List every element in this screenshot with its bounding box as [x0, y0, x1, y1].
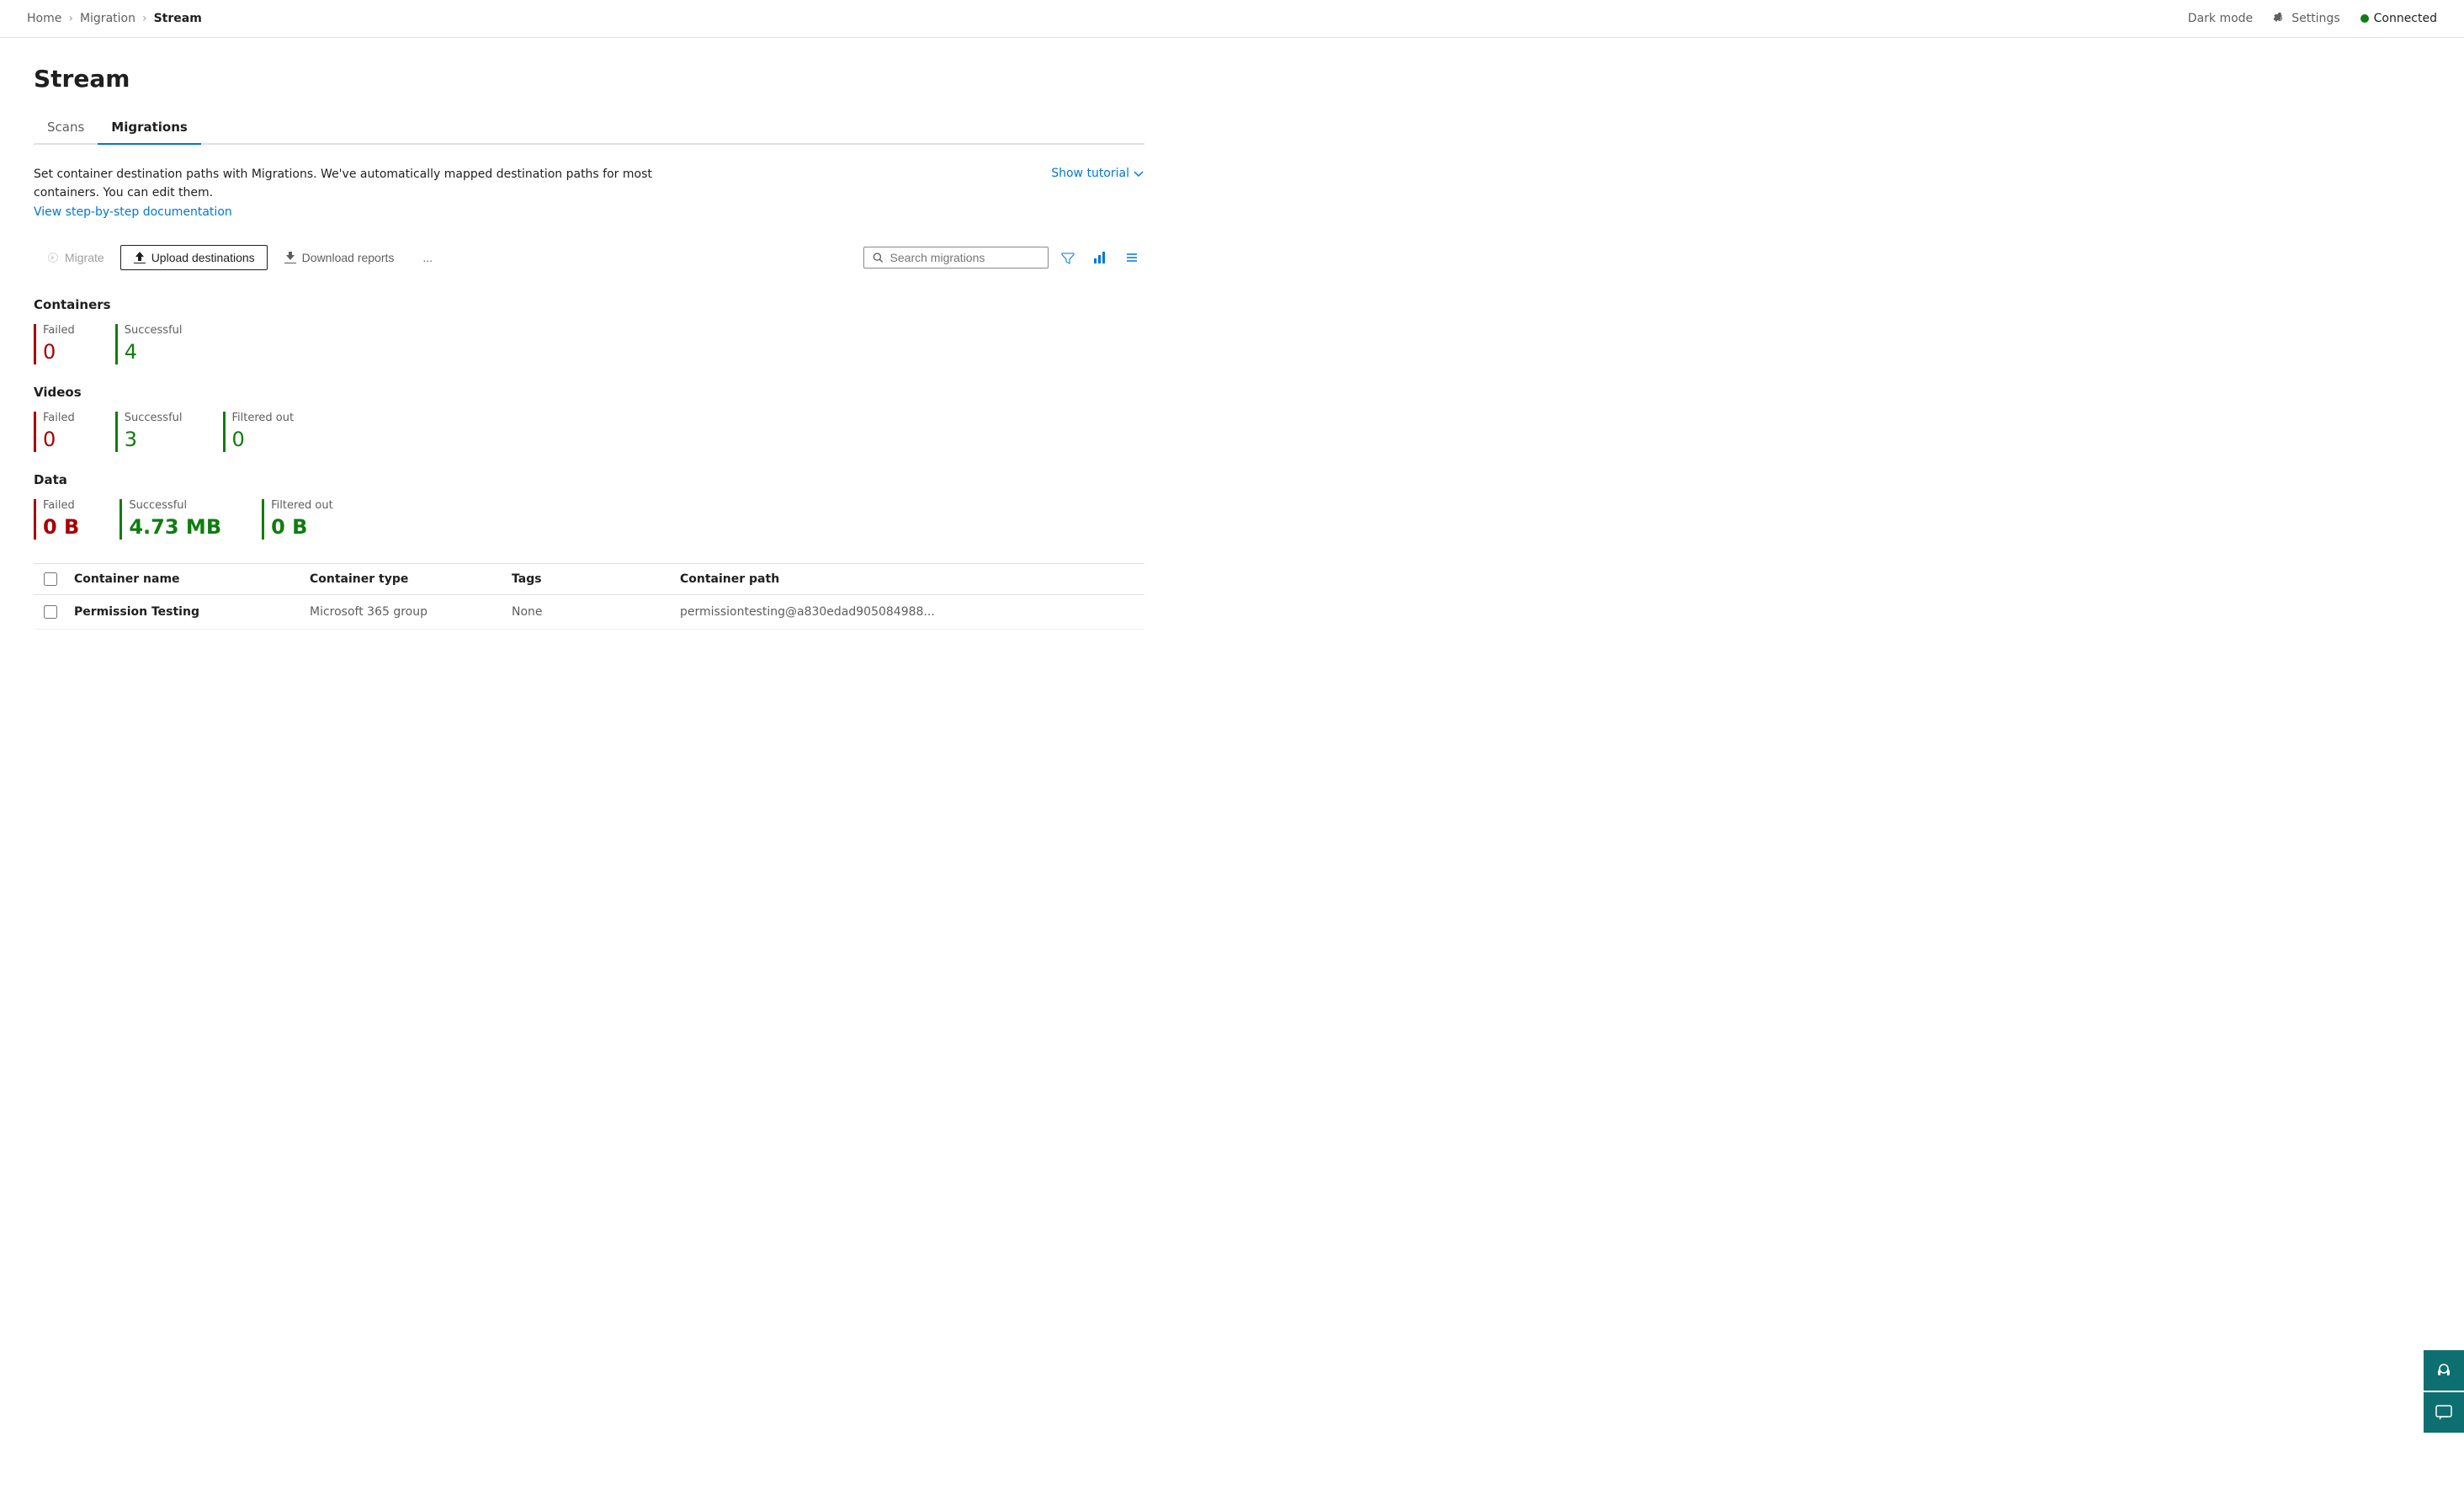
- containers-title: Containers: [34, 297, 1144, 312]
- row-tags: None: [505, 605, 673, 619]
- page-content: Stream Scans Migrations Set container de…: [0, 38, 1178, 657]
- migrate-button[interactable]: Migrate: [34, 245, 117, 270]
- search-input[interactable]: [890, 251, 1039, 264]
- row-container-name: Permission Testing: [67, 605, 303, 619]
- videos-successful: Successful 3: [115, 412, 183, 452]
- table-header-container-path: Container path: [673, 572, 1144, 586]
- migrate-icon: [46, 251, 60, 264]
- topbar: Home › Migration › Stream Dark mode Sett…: [0, 0, 2464, 38]
- list-icon: [1124, 250, 1139, 265]
- toolbar: Migrate Upload destinations Download rep…: [34, 245, 1144, 270]
- download-reports-button[interactable]: Download reports: [271, 245, 407, 270]
- upload-icon: [133, 251, 146, 264]
- data-successful: Successful 4.73 MB: [119, 499, 221, 540]
- doc-link[interactable]: View step-by-step documentation: [34, 205, 232, 219]
- help-button[interactable]: [2424, 1350, 2464, 1391]
- headset-icon: [2435, 1361, 2453, 1380]
- connected-status: Connected: [2360, 12, 2437, 25]
- download-icon: [284, 251, 297, 264]
- table-header-container-type: Container type: [303, 572, 505, 586]
- description-text: Set container destination paths with Mig…: [34, 165, 707, 221]
- connected-label: Connected: [2374, 12, 2437, 25]
- chat-icon: [2435, 1403, 2453, 1422]
- data-stats: Failed 0 B Successful 4.73 MB Filtered o…: [34, 499, 1144, 540]
- settings-button[interactable]: Settings: [2273, 12, 2339, 25]
- breadcrumb-home[interactable]: Home: [27, 12, 61, 25]
- chart-button[interactable]: [1087, 247, 1113, 269]
- videos-title: Videos: [34, 385, 1144, 400]
- migrations-table: Container name Container type Tags Conta…: [34, 563, 1144, 630]
- chart-icon: [1092, 250, 1107, 265]
- description-area: Set container destination paths with Mig…: [34, 165, 1144, 221]
- videos-failed: Failed 0: [34, 412, 75, 452]
- tab-migrations[interactable]: Migrations: [98, 113, 201, 145]
- table-header-container-name: Container name: [67, 572, 303, 586]
- gear-icon: [2273, 12, 2286, 25]
- select-all-checkbox[interactable]: [44, 572, 57, 586]
- chevron-down-icon: [1133, 168, 1144, 179]
- filter-icon: [1060, 250, 1075, 265]
- search-icon: [873, 252, 884, 263]
- data-filtered: Filtered out 0 B: [262, 499, 333, 540]
- chat-button[interactable]: [2424, 1392, 2464, 1433]
- filter-button[interactable]: [1055, 247, 1081, 269]
- list-view-button[interactable]: [1119, 247, 1144, 269]
- row-checkbox-wrapper: [34, 605, 67, 619]
- breadcrumb: Home › Migration › Stream: [27, 12, 202, 25]
- connected-dot: [2360, 14, 2369, 23]
- breadcrumb-sep1: ›: [68, 12, 73, 25]
- containers-stats: Failed 0 Successful 4: [34, 324, 1144, 364]
- containers-successful: Successful 4: [115, 324, 183, 364]
- tabs: Scans Migrations: [34, 113, 1144, 145]
- page-title: Stream: [34, 65, 1144, 93]
- data-title: Data: [34, 472, 1144, 487]
- search-input-wrapper[interactable]: [863, 247, 1049, 269]
- topbar-right: Dark mode Settings Connected: [2188, 12, 2437, 25]
- table-header-tags: Tags: [505, 572, 673, 586]
- breadcrumb-sep2: ›: [142, 12, 147, 25]
- stats-section: Containers Failed 0 Successful 4 Videos …: [34, 297, 1144, 539]
- data-failed: Failed 0 B: [34, 499, 79, 540]
- table-header: Container name Container type Tags Conta…: [34, 564, 1144, 595]
- side-panel: [2424, 1350, 2464, 1433]
- table-header-checkbox: [34, 572, 67, 586]
- row-container-type: Microsoft 365 group: [303, 605, 505, 619]
- search-area: [863, 247, 1144, 269]
- dark-mode-toggle[interactable]: Dark mode: [2188, 12, 2253, 25]
- settings-label: Settings: [2291, 12, 2339, 25]
- breadcrumb-current: Stream: [154, 12, 202, 25]
- tab-scans[interactable]: Scans: [34, 113, 98, 145]
- upload-destinations-button[interactable]: Upload destinations: [120, 245, 268, 270]
- containers-failed: Failed 0: [34, 324, 75, 364]
- more-options-button[interactable]: ...: [410, 245, 445, 270]
- row-container-path: permissiontesting@a830edad905084988...: [673, 605, 1144, 619]
- videos-filtered: Filtered out 0: [223, 412, 295, 452]
- row-checkbox[interactable]: [44, 605, 57, 619]
- breadcrumb-migration[interactable]: Migration: [80, 12, 135, 25]
- show-tutorial-button[interactable]: Show tutorial: [1051, 165, 1144, 180]
- table-row: Permission Testing Microsoft 365 group N…: [34, 595, 1144, 630]
- videos-stats: Failed 0 Successful 3 Filtered out 0: [34, 412, 1144, 452]
